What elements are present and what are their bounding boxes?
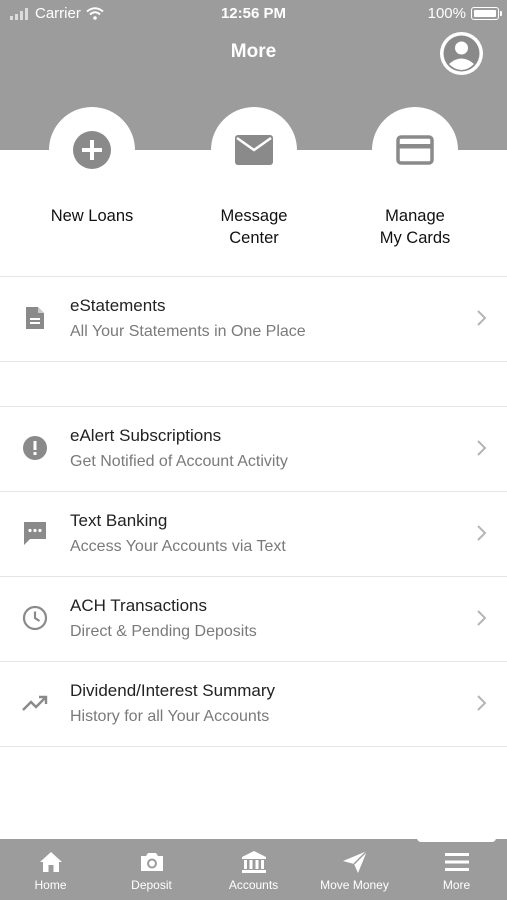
quick-action-circle [49,107,135,193]
tab-move-money[interactable]: Move Money [304,839,405,900]
quick-action-label: Manage My Cards [379,207,451,247]
menu-row-title: Dividend/Interest Summary [70,681,276,700]
quick-action-label: Message Center [220,207,288,247]
quick-action-manage-cards[interactable]: Manage My Cards [335,107,495,249]
credit-card-icon [396,135,434,165]
menu-row-subtitle: History for all Your Accounts [70,708,270,725]
menu-row-subtitle: Get Notified of Account Activity [70,453,288,470]
tab-deposit[interactable]: Deposit [101,839,202,900]
menu-row-title: eAlert Subscriptions [70,426,222,445]
chevron-right-icon [477,525,487,541]
tab-more[interactable]: More [406,839,507,900]
quick-action-message-center[interactable]: Message Center [174,107,334,249]
section-spacer [0,362,507,406]
chevron-right-icon [477,695,487,711]
active-tab-indicator [417,832,496,842]
trending-up-icon [21,689,49,717]
tab-label: Move Money [320,878,389,892]
battery-icon [471,7,502,20]
quick-action-circle [211,107,297,193]
camera-icon [101,850,202,874]
tab-label: More [442,878,471,892]
page-title: More [230,41,277,62]
home-icon [0,850,101,874]
chevron-right-icon [477,440,487,456]
chat-icon [21,519,49,547]
menu-row-ach-transactions[interactable]: ACH Transactions Direct & Pending Deposi… [0,576,507,661]
quick-action-new-loans[interactable]: New Loans [12,107,172,227]
quick-action-circle [372,107,458,193]
tab-label: Deposit [131,878,172,892]
menu-row-subtitle: Access Your Accounts via Text [70,538,286,555]
menu-row-subtitle: All Your Statements in One Place [70,323,306,340]
menu-row-estatements[interactable]: eStatements All Your Statements in One P… [0,276,507,361]
tab-label: Accounts [228,878,279,892]
status-bar: Carrier 12:56 PM 100% [0,0,507,28]
plus-circle-icon [73,131,111,169]
menu-row-ealert-subscriptions[interactable]: eAlert Subscriptions Get Notified of Acc… [0,406,507,491]
menu-row-subtitle: Direct & Pending Deposits [70,623,257,640]
clock-icon [21,604,49,632]
document-icon [21,304,49,332]
alert-icon [21,434,49,462]
battery-percent: 100% [427,5,466,22]
chevron-right-icon [477,310,487,326]
menu-row-title: Text Banking [70,511,168,530]
user-icon [443,35,480,72]
chevron-right-icon [477,610,487,626]
menu-icon [406,850,507,874]
send-icon [304,850,405,874]
bank-icon [203,850,304,874]
status-right: 100% [427,5,502,22]
divider [0,746,507,747]
profile-button[interactable] [440,32,483,75]
menu-row-title: eStatements [70,296,166,315]
menu-row-text-banking[interactable]: Text Banking Access Your Accounts via Te… [0,491,507,576]
tab-home[interactable]: Home [0,839,101,900]
quick-action-label: New Loans [50,207,134,225]
menu-row-dividend-interest-summary[interactable]: Dividend/Interest Summary History for al… [0,661,507,746]
tab-bar: Home Deposit Accounts Move Money More [0,839,507,900]
tab-label: Home [34,878,67,892]
tab-accounts[interactable]: Accounts [203,839,304,900]
envelope-icon [235,135,273,165]
menu-row-title: ACH Transactions [70,596,207,615]
